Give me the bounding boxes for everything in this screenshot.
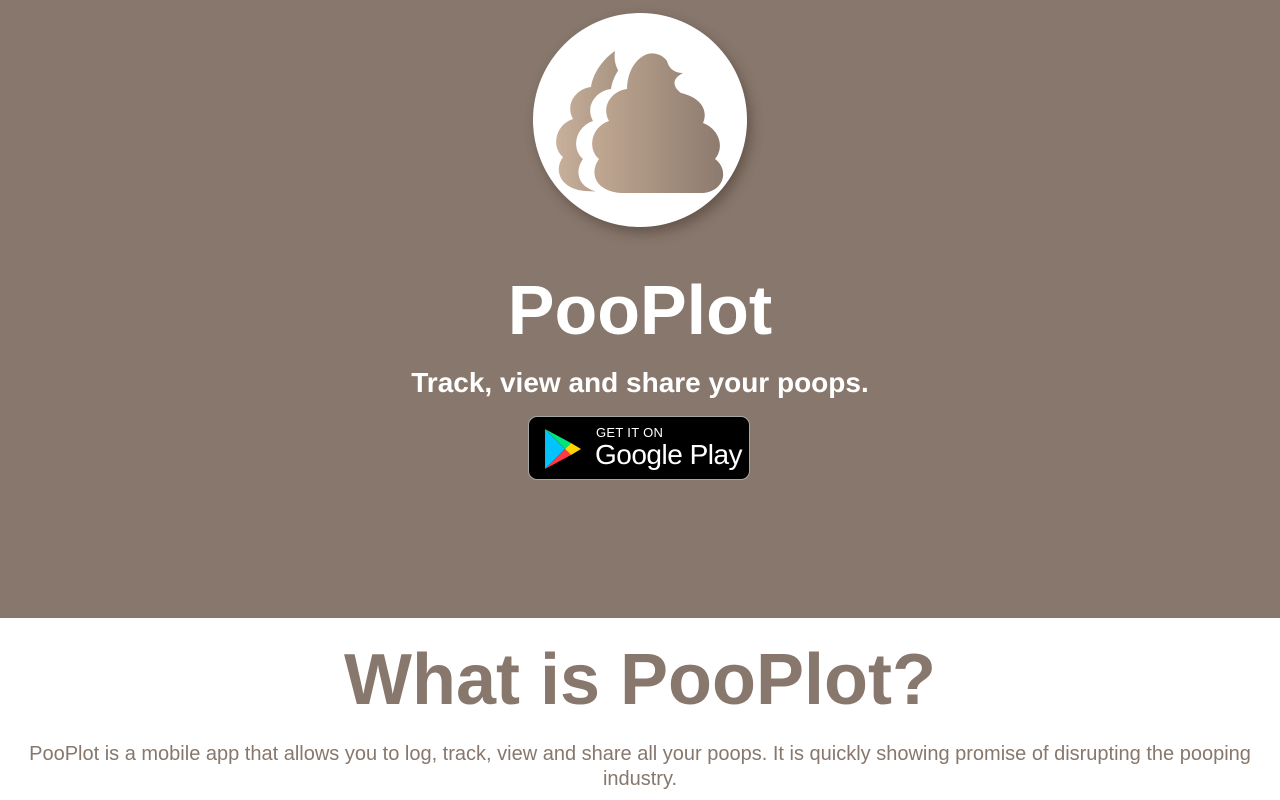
app-logo <box>533 13 747 227</box>
poop-icon <box>556 51 724 195</box>
badge-small-text: GET IT ON <box>596 425 664 440</box>
tagline: Track, view and share your poops. <box>411 367 869 398</box>
hero-section: PooPlot Track, view and share your poops… <box>0 0 1280 618</box>
google-play-icon <box>544 428 581 470</box>
google-play-badge-button[interactable]: GET IT ON Google Play <box>528 416 750 480</box>
about-section: What is PooPlot? PooPlot is a mobile app… <box>0 618 1280 800</box>
badge-store-name: Google Play <box>595 439 743 470</box>
about-heading: What is PooPlot? <box>344 640 936 720</box>
app-title: PooPlot <box>507 271 773 349</box>
about-description: PooPlot is a mobile app that allows you … <box>29 743 1251 790</box>
